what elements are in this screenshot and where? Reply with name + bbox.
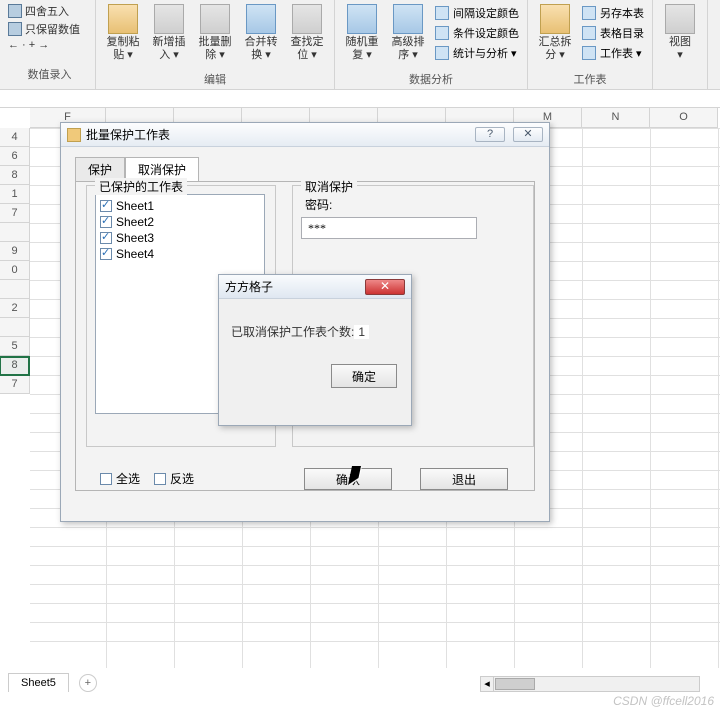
split-icon (540, 4, 570, 34)
list-item[interactable]: Sheet2 (100, 214, 260, 230)
invert-checkbox[interactable]: 反选 (154, 470, 194, 487)
checkbox-icon[interactable] (100, 232, 112, 244)
ribbon-group-edit: 复制粘 贴 ▾ 新增插 入 ▾ 批量删 除 ▾ 合并转 换 ▾ 查找定 位 ▾ … (96, 0, 335, 89)
worksheet-button[interactable]: 工作表 ▾ (580, 44, 646, 62)
ribbon-group-input: 四舍五入 只保留数值 ← · + → 数值录入 (4, 0, 96, 89)
row-header[interactable]: 9 (0, 242, 30, 261)
scrollbar-thumb[interactable] (495, 678, 535, 690)
group-label-data: 数据分析 (341, 71, 521, 89)
formula-bar[interactable] (0, 90, 720, 108)
ribbon-group-sheet: 汇总拆 分 ▾ 另存本表 表格目录 工作表 ▾ 工作表 (528, 0, 653, 89)
column-header[interactable]: N (582, 108, 650, 128)
insert-icon (154, 4, 184, 34)
message-text: 已取消保护工作表个数:1 (219, 299, 411, 340)
condition-color-button[interactable]: 条件设定颜色 (433, 24, 521, 42)
locate-icon (292, 4, 322, 34)
left-legend: 已保护的工作表 (95, 178, 187, 195)
list-item[interactable]: Sheet1 (100, 198, 260, 214)
horizontal-scrollbar[interactable]: ◂ (480, 676, 700, 692)
advanced-sort-button[interactable]: 高级排 序 ▾ (387, 2, 429, 71)
row-header[interactable]: 7 (0, 375, 30, 394)
row-header[interactable] (0, 318, 30, 337)
row-header[interactable] (0, 223, 30, 242)
confirm-button[interactable]: 确认 (304, 468, 392, 490)
random-repeat-button[interactable]: 随机重 复 ▾ (341, 2, 383, 71)
view-button[interactable]: 视图 ▾ (659, 2, 701, 87)
stats-analysis-button[interactable]: 统计与分析 ▾ (433, 44, 521, 62)
selected-cell[interactable] (0, 356, 30, 376)
add-sheet-button[interactable]: + (79, 674, 97, 692)
password-input[interactable] (301, 217, 477, 239)
delete-icon (200, 4, 230, 34)
close-button[interactable]: ✕ (513, 127, 543, 142)
help-button[interactable]: ? (475, 127, 505, 142)
view-icon (665, 4, 695, 34)
round-button[interactable]: 四舍五入 (6, 2, 93, 20)
message-title: 方方格子 (225, 278, 273, 295)
message-dialog: 方方格子 ✕ 已取消保护工作表个数:1 确定 (218, 274, 412, 426)
toc-icon (582, 26, 596, 40)
watermark: CSDN @ffcell2016 (613, 694, 714, 708)
abc-icon (8, 22, 22, 36)
condition-icon (435, 26, 449, 40)
interval-color-button[interactable]: 间隔设定颜色 (433, 4, 521, 22)
round-icon (8, 4, 22, 18)
ok-button[interactable]: 确定 (331, 364, 397, 388)
ribbon-group-view: 视图 ▾ (653, 0, 708, 89)
row-header[interactable]: 8 (0, 166, 30, 185)
worksheet-icon (582, 46, 596, 60)
exit-button[interactable]: 退出 (420, 468, 508, 490)
sheet-toc-button[interactable]: 表格目录 (580, 24, 646, 42)
saveas-icon (582, 6, 596, 20)
list-item[interactable]: Sheet4 (100, 246, 260, 262)
checkbox-icon[interactable] (100, 216, 112, 228)
checkbox-icon[interactable] (100, 248, 112, 260)
copy-paste-button[interactable]: 复制粘 贴 ▾ (102, 2, 144, 71)
ribbon: 四舍五入 只保留数值 ← · + → 数值录入 复制粘 贴 ▾ 新增插 入 ▾ … (0, 0, 720, 90)
row-header[interactable]: 5 (0, 337, 30, 356)
row-header[interactable]: 7 (0, 204, 30, 223)
sheet-tabstrip: Sheet5 + (8, 673, 97, 692)
stats-icon (435, 46, 449, 60)
row-header[interactable] (0, 280, 30, 299)
checkbox-icon (100, 473, 112, 485)
random-icon (347, 4, 377, 34)
dialog-title: 批量保护工作表 (86, 126, 170, 143)
group-label-input: 数值录入 (6, 66, 93, 84)
clipboard-icon (108, 4, 138, 34)
row-header[interactable]: 4 (0, 128, 30, 147)
row-header[interactable]: 2 (0, 299, 30, 318)
ribbon-group-data: 随机重 复 ▾ 高级排 序 ▾ 间隔设定颜色 条件设定颜色 统计与分析 ▾ 数据… (335, 0, 528, 89)
interval-icon (435, 6, 449, 20)
insert-button[interactable]: 新增插 入 ▾ (148, 2, 190, 71)
save-as-sheet-button[interactable]: 另存本表 (580, 4, 646, 22)
batch-delete-button[interactable]: 批量删 除 ▾ (194, 2, 236, 71)
checkbox-icon[interactable] (100, 200, 112, 212)
keep-numeric-button[interactable]: 只保留数值 (6, 20, 93, 38)
merge-convert-button[interactable]: 合并转 换 ▾ (240, 2, 282, 71)
group-label-edit: 编辑 (102, 71, 328, 89)
column-header[interactable]: O (650, 108, 718, 128)
row-header[interactable]: 0 (0, 261, 30, 280)
merge-icon (246, 4, 276, 34)
right-legend: 取消保护 (301, 178, 357, 195)
group-label-view (659, 87, 701, 89)
find-locate-button[interactable]: 查找定 位 ▾ (286, 2, 328, 71)
sort-icon (393, 4, 423, 34)
checkbox-icon (154, 473, 166, 485)
dialog-titlebar[interactable]: 批量保护工作表 ? ✕ (61, 123, 549, 147)
select-all-checkbox[interactable]: 全选 (100, 470, 140, 487)
arrow-controls[interactable]: ← · + → (6, 38, 93, 52)
message-titlebar[interactable]: 方方格子 ✕ (219, 275, 411, 299)
window-icon (67, 128, 81, 142)
close-icon[interactable]: ✕ (365, 279, 405, 295)
password-label: 密码: (305, 196, 525, 213)
summary-split-button[interactable]: 汇总拆 分 ▾ (534, 2, 576, 71)
group-label-sheet: 工作表 (534, 71, 646, 89)
row-header[interactable]: 6 (0, 147, 30, 166)
sheet-tab[interactable]: Sheet5 (8, 673, 69, 692)
list-item[interactable]: Sheet3 (100, 230, 260, 246)
row-header[interactable]: 1 (0, 185, 30, 204)
